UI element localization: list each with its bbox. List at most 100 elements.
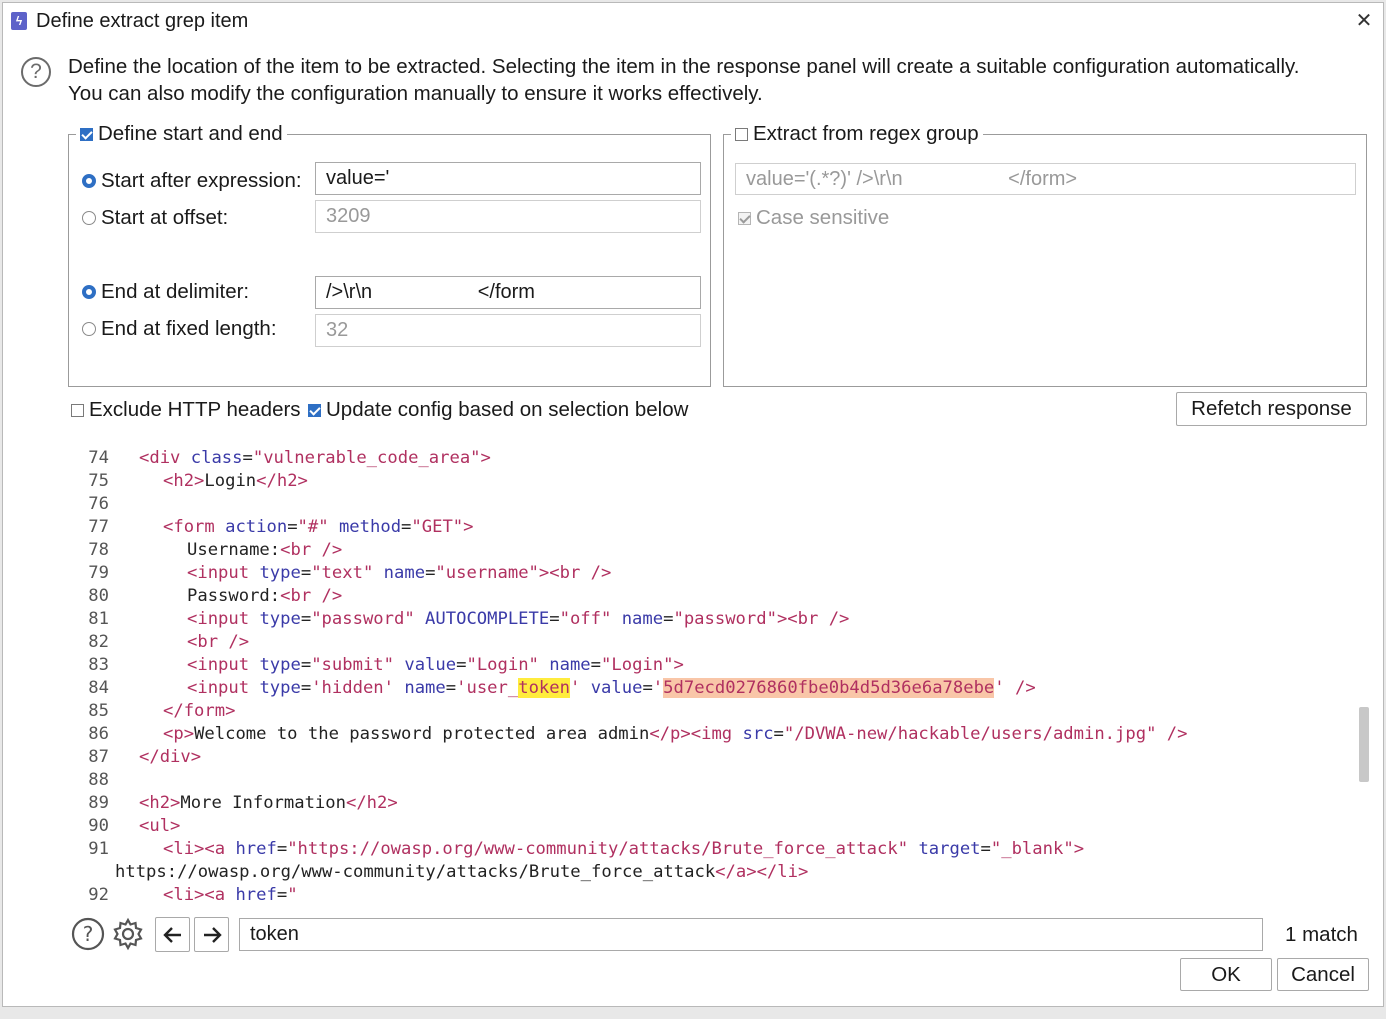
- code-token: =: [549, 609, 560, 629]
- code-line[interactable]: <p>Welcome to the password protected are…: [163, 723, 1188, 746]
- code-token: <div: [139, 448, 191, 468]
- editor-scrollbar[interactable]: [1359, 707, 1369, 782]
- code-token: =: [300, 563, 312, 583]
- description-line-2: You can also modify the configuration ma…: [68, 82, 763, 105]
- code-token: =: [300, 655, 312, 675]
- code-token: "#": [297, 517, 329, 537]
- code-token: =: [287, 517, 298, 537]
- refetch-response-button[interactable]: Refetch response: [1176, 392, 1367, 426]
- start-after-option[interactable]: Start after expression:: [82, 169, 302, 193]
- code-token: value: [590, 678, 643, 698]
- search-input[interactable]: token: [239, 918, 1263, 951]
- start-after-label: Start after expression:: [101, 169, 302, 192]
- code-token: <p>: [163, 724, 195, 744]
- gear-icon[interactable]: [111, 917, 145, 951]
- line-number: 85: [88, 701, 109, 721]
- case-sensitive-option[interactable]: Case sensitive: [738, 206, 889, 230]
- end-delimiter-input[interactable]: />\r\n </form: [315, 276, 701, 309]
- code-token: =: [773, 724, 784, 744]
- code-token: "Login": [466, 655, 539, 675]
- code-token: 'user_: [456, 678, 519, 698]
- code-token: <input: [187, 678, 260, 698]
- code-token: =: [642, 678, 653, 698]
- code-token: =: [456, 655, 467, 675]
- code-token: </a></li>: [715, 862, 809, 882]
- line-number: 89: [88, 793, 109, 813]
- regex-checkbox[interactable]: [735, 127, 748, 141]
- code-token: </h2>: [345, 793, 398, 813]
- code-line[interactable]: <li><a href="https://owasp.org/www-commu…: [163, 838, 1084, 861]
- code-token: type: [259, 609, 301, 629]
- code-line[interactable]: <input type="submit" value="Login" name=…: [187, 654, 684, 677]
- next-match-button[interactable]: [194, 917, 229, 952]
- update-config-checkbox[interactable]: [308, 403, 321, 417]
- update-config-option[interactable]: Update config based on selection below: [308, 398, 688, 422]
- arrow-left-icon: [162, 926, 181, 943]
- exclude-headers-checkbox[interactable]: [71, 403, 84, 417]
- code-token: <br />: [280, 586, 343, 606]
- line-number: 81: [88, 609, 109, 629]
- start-offset-input[interactable]: 3209: [315, 200, 701, 233]
- end-fixed-input[interactable]: 32: [315, 314, 701, 347]
- code-line[interactable]: <div class="vulnerable_code_area">: [139, 447, 491, 470]
- code-token: =: [980, 839, 991, 859]
- start-end-legend[interactable]: Define start and end: [76, 122, 287, 146]
- regex-legend[interactable]: Extract from regex group: [731, 122, 983, 146]
- code-line[interactable]: <input type='hidden' name='user_token' v…: [187, 677, 1036, 700]
- regex-input[interactable]: value='(.*?)' />\r\n </form>: [735, 163, 1356, 195]
- start-offset-label: Start at offset:: [101, 206, 229, 229]
- code-token: 'hidden': [311, 678, 394, 698]
- code-line[interactable]: <br />: [187, 631, 249, 654]
- code-token: <input: [187, 609, 260, 629]
- start-after-input[interactable]: value=': [315, 162, 701, 195]
- line-number: 75: [88, 471, 109, 491]
- exclude-headers-option[interactable]: Exclude HTTP headers: [71, 398, 301, 422]
- code-token: "password": [311, 609, 415, 629]
- line-number: 82: [88, 632, 109, 652]
- dialog-window: ϟ Define extract grep item ✕ ? Define th…: [2, 2, 1384, 1007]
- code-line[interactable]: </div>: [139, 746, 201, 769]
- end-fixed-radio[interactable]: [82, 322, 96, 336]
- code-token: "password": [673, 609, 777, 629]
- code-token: >: [480, 448, 491, 468]
- line-number: 78: [88, 540, 109, 560]
- code-line[interactable]: <h2>More Information</h2>: [139, 792, 398, 815]
- code-line[interactable]: Password:<br />: [187, 585, 342, 608]
- end-fixed-option[interactable]: End at fixed length:: [82, 317, 277, 341]
- response-editor[interactable]: 74 <div class="vulnerable_code_area"> 75 <h…: [69, 440, 1369, 912]
- code-line[interactable]: <h2>Login</h2>: [163, 470, 308, 493]
- code-token: =: [242, 448, 253, 468]
- code-line[interactable]: https://owasp.org/www-community/attacks/…: [115, 861, 808, 884]
- start-after-radio[interactable]: [82, 174, 96, 188]
- search-highlight: token: [518, 678, 570, 698]
- start-end-checkbox[interactable]: [80, 127, 93, 141]
- cancel-button[interactable]: Cancel: [1277, 958, 1369, 991]
- code-line[interactable]: <li><a href=": [163, 884, 298, 907]
- code-token: "off": [559, 609, 612, 629]
- end-delimiter-option[interactable]: End at delimiter:: [82, 280, 249, 304]
- code-token: "_blank": [990, 839, 1074, 859]
- code-line[interactable]: </form>: [163, 700, 235, 723]
- code-token: >: [463, 517, 474, 537]
- previous-match-button[interactable]: [155, 917, 190, 952]
- end-delimiter-radio[interactable]: [82, 285, 96, 299]
- case-sensitive-checkbox[interactable]: [738, 211, 751, 225]
- code-line[interactable]: <form action="#" method="GET">: [163, 516, 474, 539]
- app-lightning-icon: ϟ: [11, 12, 27, 30]
- help-icon[interactable]: ?: [21, 57, 51, 87]
- close-icon[interactable]: ✕: [1352, 8, 1376, 33]
- start-offset-radio[interactable]: [82, 211, 96, 225]
- help-icon-small[interactable]: ?: [71, 917, 105, 951]
- ok-button[interactable]: OK: [1180, 958, 1272, 991]
- code-line[interactable]: Username:<br />: [187, 539, 342, 562]
- start-offset-option[interactable]: Start at offset:: [82, 206, 228, 230]
- code-token: =: [276, 885, 288, 905]
- code-line[interactable]: <input type="text" name="username"><br /…: [187, 562, 611, 585]
- code-line[interactable]: <ul>: [139, 815, 180, 838]
- case-sensitive-label: Case sensitive: [756, 206, 890, 229]
- code-line[interactable]: <input type="password" AUTOCOMPLETE="off…: [187, 608, 849, 631]
